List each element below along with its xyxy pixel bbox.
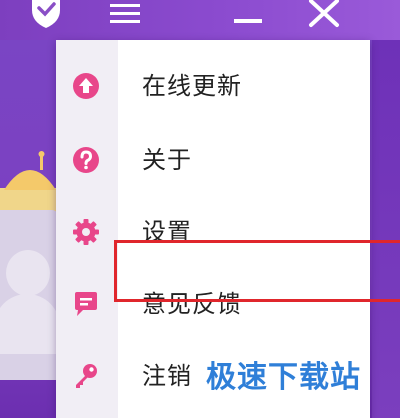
shield-icon <box>32 0 60 28</box>
close-icon[interactable] <box>306 0 342 28</box>
menu-item-about[interactable]: 关于 <box>56 124 370 196</box>
minimize-icon[interactable] <box>232 0 264 28</box>
watermark-text: 极速下载站 <box>206 360 361 395</box>
hamburger-menu-icon[interactable] <box>108 0 142 28</box>
settings-highlight-box <box>114 240 400 302</box>
window-edge <box>372 40 400 418</box>
menu-item-label: 关于 <box>142 146 192 174</box>
avatar-head <box>6 250 50 296</box>
avatar-body <box>0 294 60 354</box>
upload-arrow-icon <box>73 73 99 99</box>
menu-item-online-update[interactable]: 在线更新 <box>56 50 370 122</box>
help-question-icon <box>73 147 99 173</box>
avatar-placeholder <box>0 210 60 380</box>
menu-item-label: 注销 <box>142 362 192 390</box>
menu-item-label: 在线更新 <box>142 72 242 100</box>
key-icon <box>76 364 97 388</box>
chat-bubble-icon <box>75 292 97 316</box>
title-bar <box>0 0 400 40</box>
gear-icon <box>73 219 99 245</box>
